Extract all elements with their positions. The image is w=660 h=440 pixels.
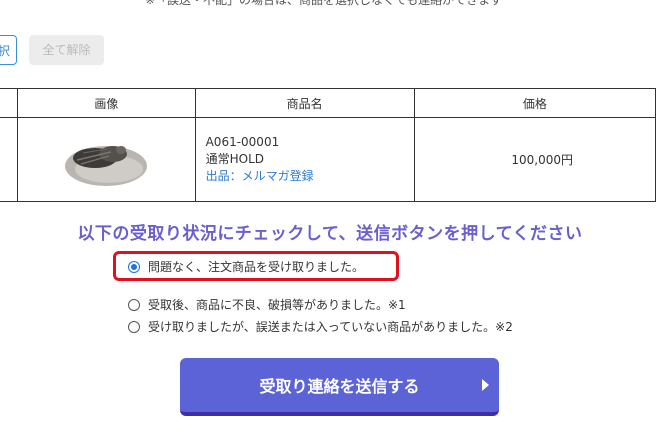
radio-unchecked-icon[interactable] [128, 320, 140, 333]
option-misdelivery[interactable]: 受け取りましたが、誤送または入っていない商品がありました。※2 [128, 318, 513, 335]
table-header-name: 商品名 [194, 88, 415, 118]
radio-checked-icon[interactable] [128, 260, 140, 273]
table-header-price: 価格 [413, 88, 657, 118]
option-label: 問題なく、注文商品を受け取りました。 [148, 260, 365, 274]
radio-unchecked-icon[interactable] [128, 298, 140, 311]
option-label: 受取後、商品に不良、破損等がありました。※1 [148, 298, 406, 312]
item-code: A061-00001 [205, 135, 280, 149]
select-button-partial[interactable]: 択 [0, 35, 17, 65]
item-name-cell: A061-00001 通常HOLD 出品：メルマガ登録 [194, 117, 415, 202]
table-header-row: 画像 商品名 価格 [0, 88, 657, 118]
table-row[interactable]: A061-00001 通常HOLD 出品：メルマガ登録 100,000円 [0, 117, 657, 202]
option-received-ok[interactable]: 問題なく、注文商品を受け取りました。 [128, 258, 364, 275]
table-header-image: 画像 [17, 88, 196, 118]
item-image-cell [17, 117, 196, 202]
submit-label: 受取り連絡を送信する [259, 377, 420, 396]
item-price: 100,000円 [413, 117, 657, 202]
option-defect-damage[interactable]: 受取後、商品に不良、破損等がありました。※1 [128, 296, 406, 313]
table-header-checkbox [0, 88, 19, 118]
top-note: ※「誤送・不配」の場合は、商品を選択しなくても連絡ができます [145, 0, 503, 7]
clear-all-button[interactable]: 全て解除 [29, 35, 104, 65]
listing-link[interactable]: 出品：メルマガ登録 [206, 168, 414, 185]
trilobite-fossil-photo [65, 145, 148, 186]
arrow-right-icon [482, 379, 489, 391]
item-name: 通常HOLD [205, 152, 264, 166]
items-table: 画像 商品名 価格 A061-00001 通常HOLD 出品：メルマガ登録 10… [0, 88, 657, 202]
instruction-heading: 以下の受取り状況にチェックして、送信ボタンを押してください [77, 224, 583, 244]
option-label: 受け取りましたが、誤送または入っていない商品がありました。※2 [148, 320, 513, 334]
submit-button[interactable]: 受取り連絡を送信する [180, 358, 499, 416]
row-select-cell[interactable] [0, 117, 19, 202]
